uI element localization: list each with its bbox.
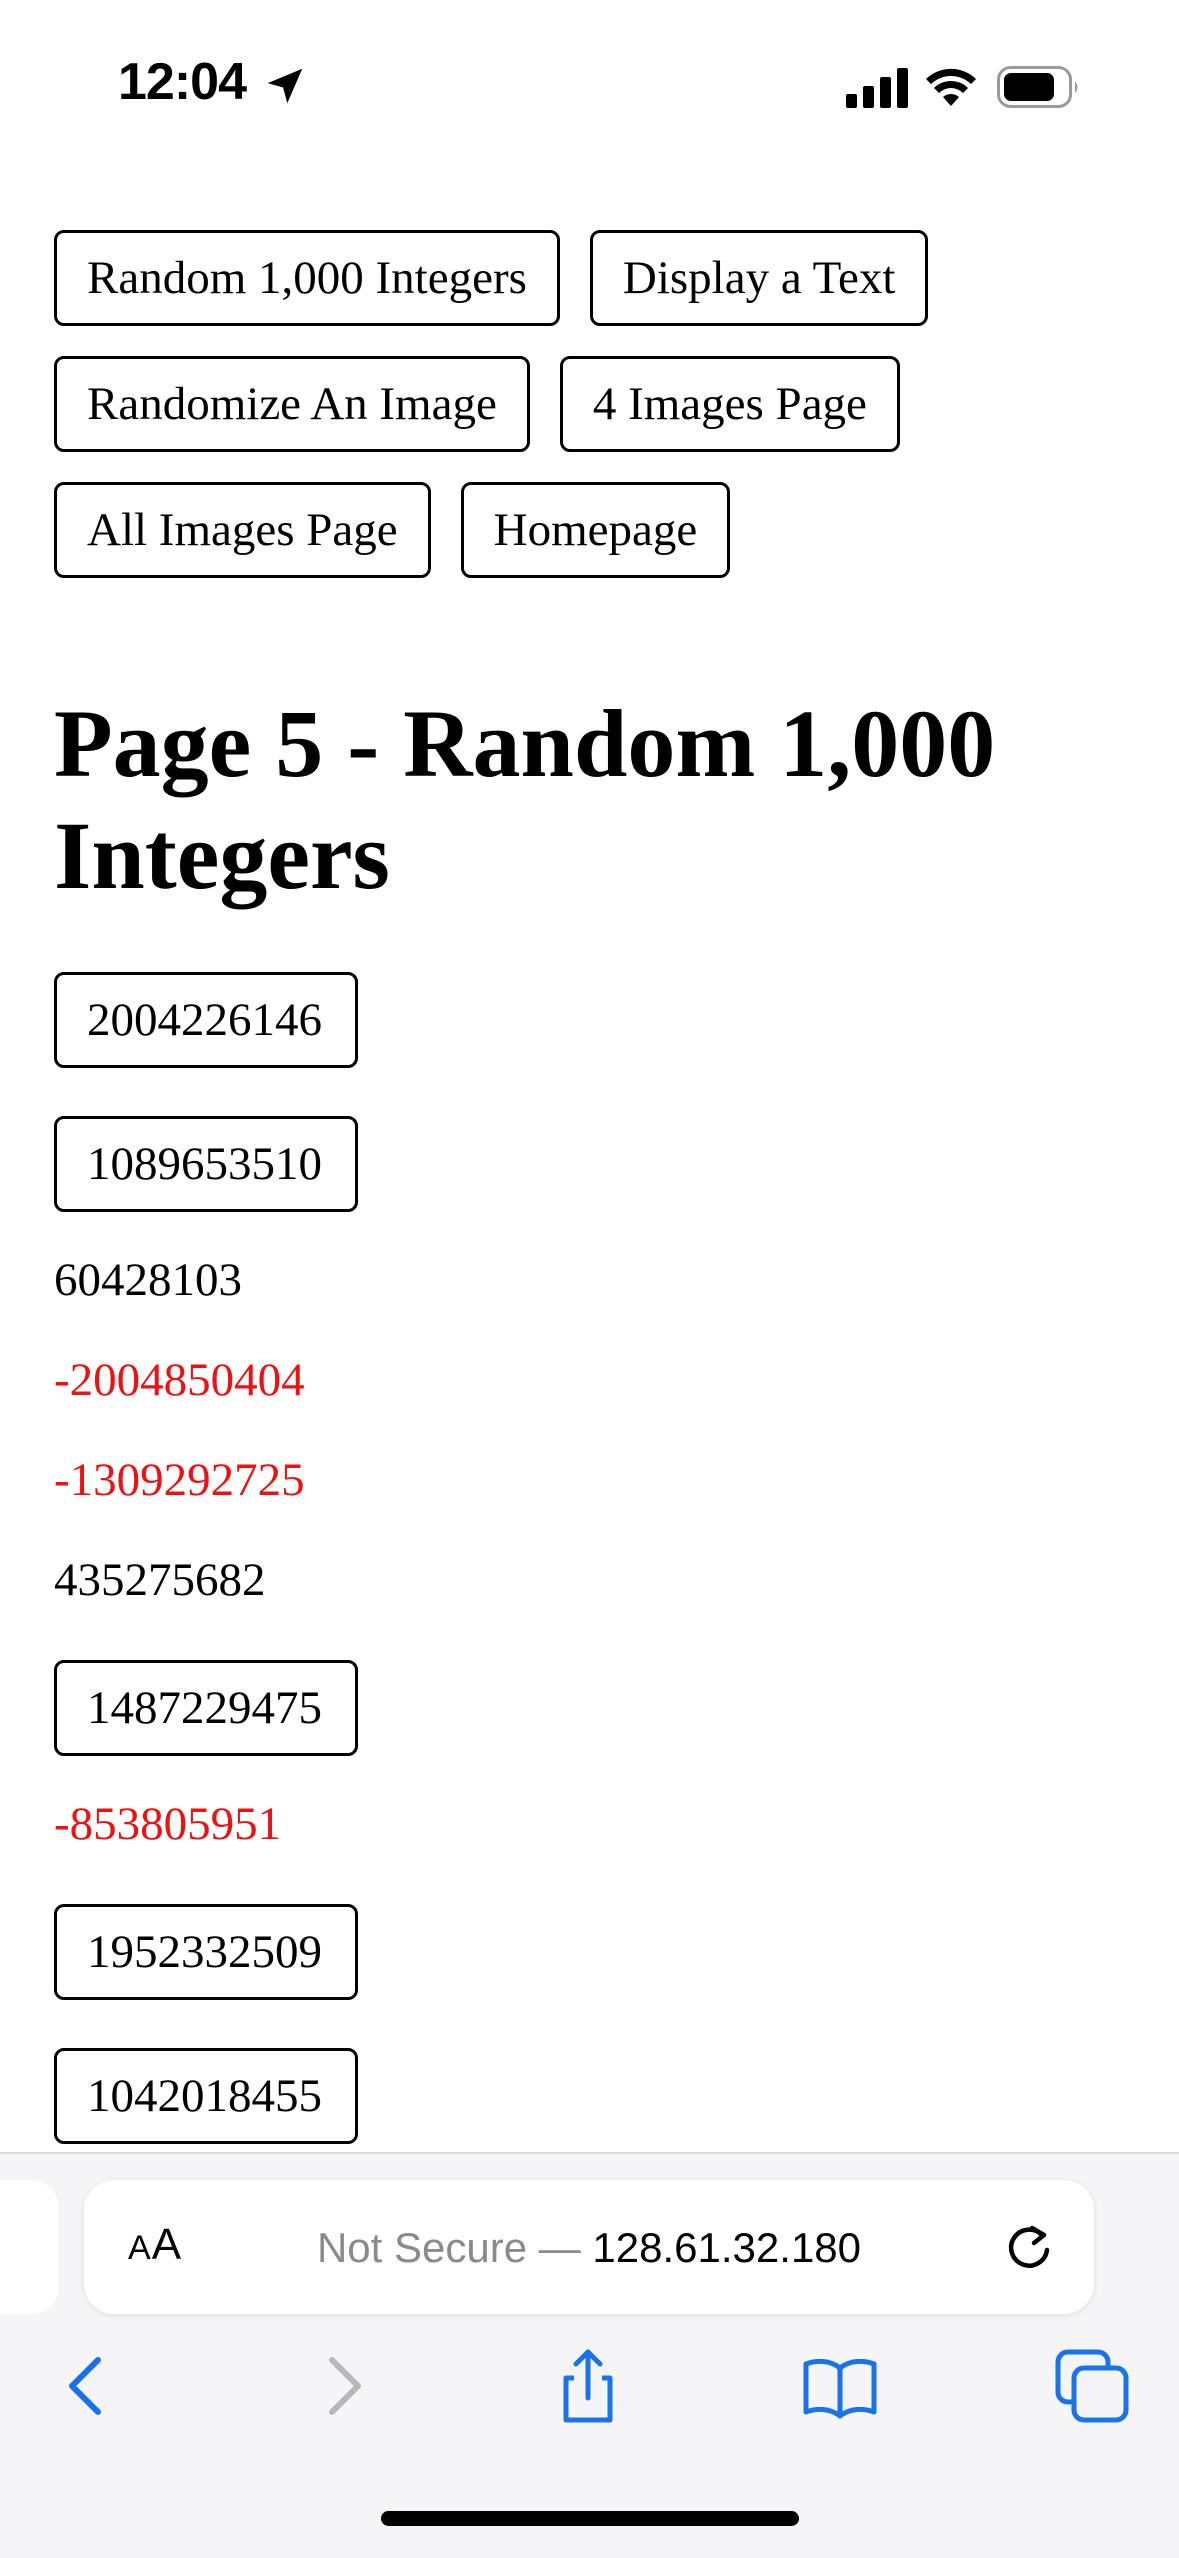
integer-button[interactable]: 1042018455 [54, 2048, 358, 2144]
url-display[interactable]: Not Secure — 128.61.32.180 [84, 2224, 1094, 2272]
tabs-icon[interactable] [1052, 2346, 1132, 2426]
integer-button[interactable]: 1089653510 [54, 1116, 358, 1212]
page-title: Page 5 - Random 1,000 Integers [54, 690, 996, 909]
url-host: 128.61.32.180 [592, 2224, 862, 2271]
reload-icon[interactable] [1002, 2220, 1056, 2274]
integer-button[interactable]: 1952332509 [54, 1904, 358, 2000]
nav-button-randomize-image[interactable]: Randomize An Image [54, 356, 530, 452]
cellular-signal-icon [846, 68, 908, 108]
nav-button-group: Random 1,000 Integers Display a Text Ran… [54, 230, 1114, 608]
share-icon[interactable] [548, 2346, 628, 2426]
negative-integer-text: -853805951 [54, 1798, 282, 1850]
forward-icon [329, 2357, 361, 2415]
status-bar: 12:04 [0, 0, 1179, 175]
nav-button-homepage[interactable]: Homepage [460, 482, 731, 578]
url-security-label: Not Secure — [316, 2224, 593, 2271]
status-time: 12:04 [118, 53, 247, 111]
bookmarks-icon[interactable] [800, 2346, 880, 2426]
address-bar[interactable]: AA Not Secure — 128.61.32.180 [84, 2180, 1094, 2314]
integer-button[interactable]: 2004226146 [54, 972, 358, 1068]
previous-tab-peek[interactable] [0, 2180, 58, 2314]
integer-list: 2004226146 1089653510 60428103 -20048504… [54, 972, 1134, 2144]
nav-button-display-text[interactable]: Display a Text [589, 230, 929, 326]
nav-button-4-images[interactable]: 4 Images Page [559, 356, 900, 452]
negative-integer-text: -2004850404 [54, 1354, 305, 1406]
battery-icon [997, 66, 1078, 108]
wifi-icon [926, 68, 976, 106]
integer-text: 60428103 [54, 1254, 242, 1306]
integer-button[interactable]: 1487229475 [54, 1660, 358, 1756]
home-indicator[interactable] [381, 2511, 799, 2526]
back-icon[interactable] [48, 2346, 128, 2426]
location-arrow-icon [267, 68, 303, 104]
page-content: Random 1,000 Integers Display a Text Ran… [54, 230, 1134, 2152]
negative-integer-text: -1309292725 [54, 1454, 305, 1506]
nav-button-random-integers[interactable]: Random 1,000 Integers [54, 230, 560, 326]
nav-button-all-images[interactable]: All Images Page [54, 482, 431, 578]
integer-text: 435275682 [54, 1554, 266, 1606]
browser-toolbar: AA Not Secure — 128.61.32.180 [0, 2152, 1179, 2558]
